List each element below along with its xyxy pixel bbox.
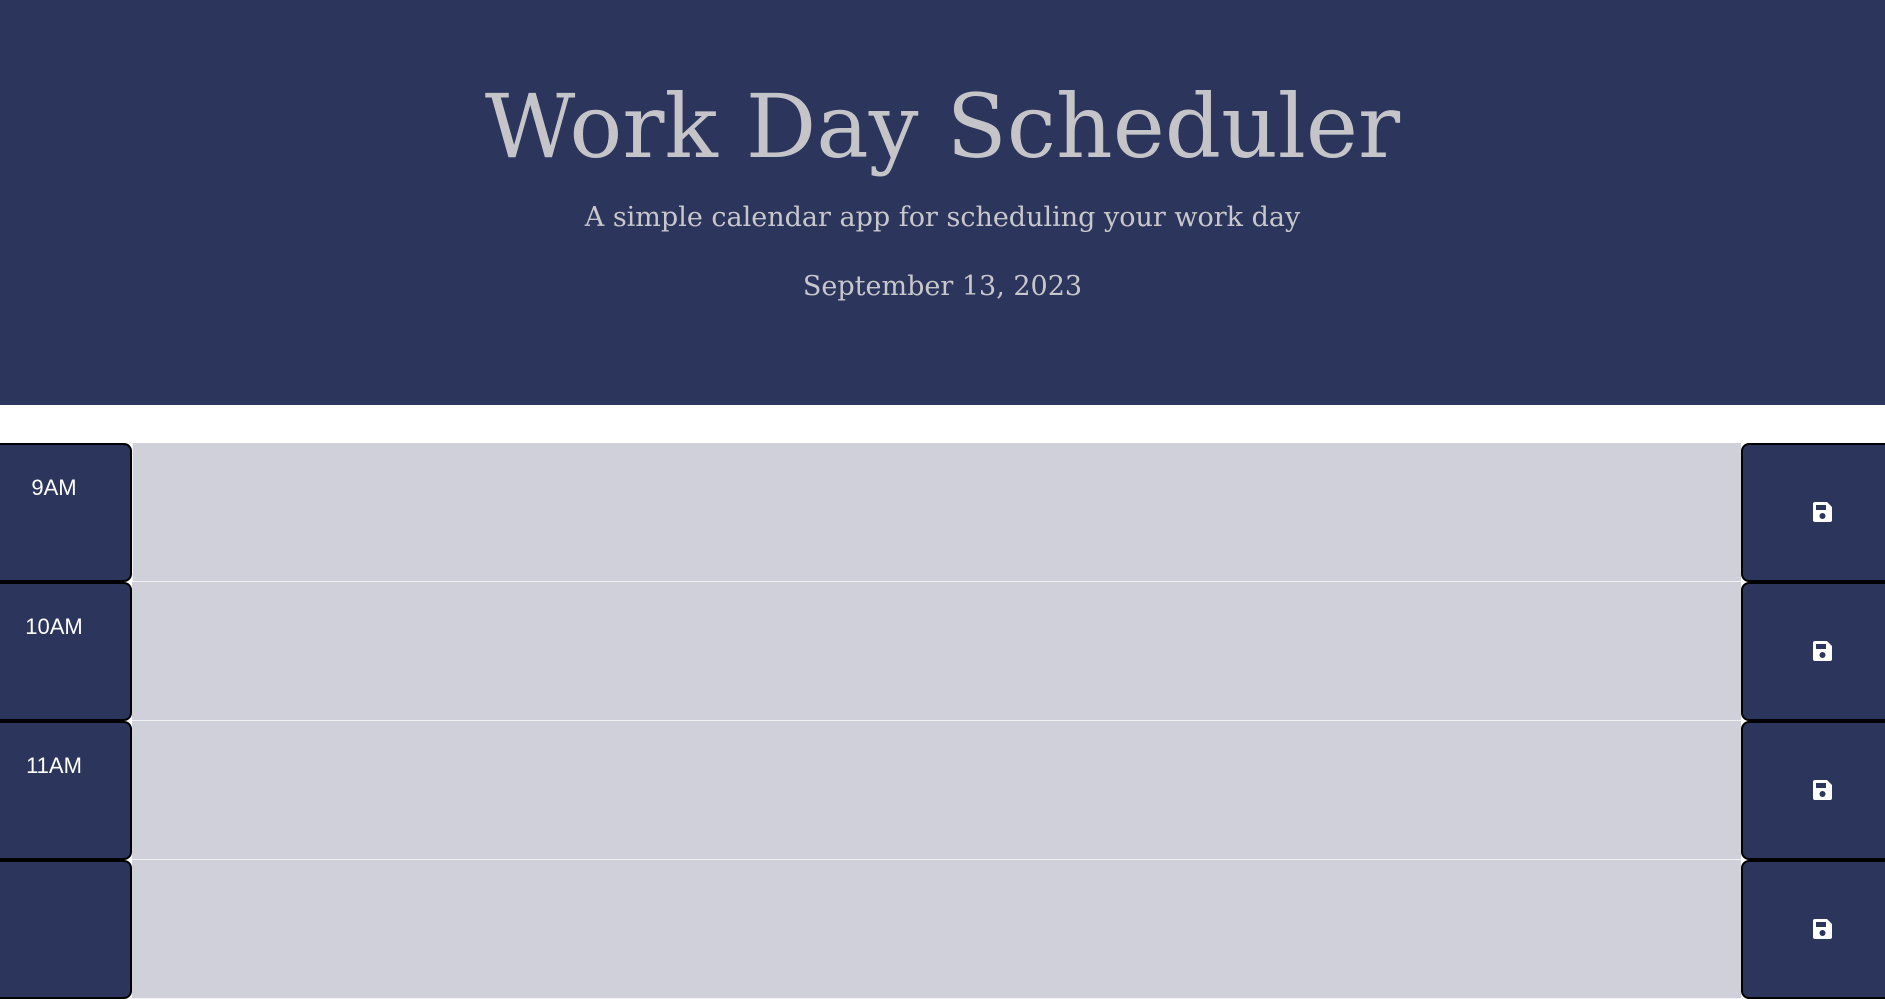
hour-label: 9AM (31, 475, 77, 500)
event-description-input[interactable] (132, 721, 1741, 860)
event-description-input[interactable] (132, 582, 1741, 721)
hour-block (0, 860, 132, 999)
floppy-disk-icon (1813, 641, 1832, 661)
hour-block: 10AM (0, 582, 132, 721)
floppy-disk-icon (1813, 919, 1832, 939)
floppy-disk-icon (1813, 502, 1832, 522)
hour-label: 10AM (25, 614, 83, 639)
save-button[interactable] (1741, 582, 1885, 721)
hour-block: 11AM (0, 721, 132, 860)
time-block-row: 10AM (0, 582, 1885, 721)
event-description-input[interactable] (132, 860, 1741, 999)
page-subtitle: A simple calendar app for scheduling you… (584, 202, 1301, 233)
hour-block: 9AM (0, 443, 132, 582)
save-button[interactable] (1741, 860, 1885, 999)
event-description-input[interactable] (132, 443, 1741, 582)
time-block-row (0, 860, 1885, 999)
time-block-list: 9AM 10AM 11AM (0, 443, 1885, 999)
save-button[interactable] (1741, 721, 1885, 860)
time-block-row: 9AM (0, 443, 1885, 582)
page-title: Work Day Scheduler (484, 75, 1401, 178)
save-button[interactable] (1741, 443, 1885, 582)
hour-label: 11AM (26, 753, 82, 778)
time-block-row: 11AM (0, 721, 1885, 860)
page-header: Work Day Scheduler A simple calendar app… (0, 0, 1885, 405)
floppy-disk-icon (1813, 780, 1832, 800)
current-date: September 13, 2023 (802, 271, 1083, 302)
